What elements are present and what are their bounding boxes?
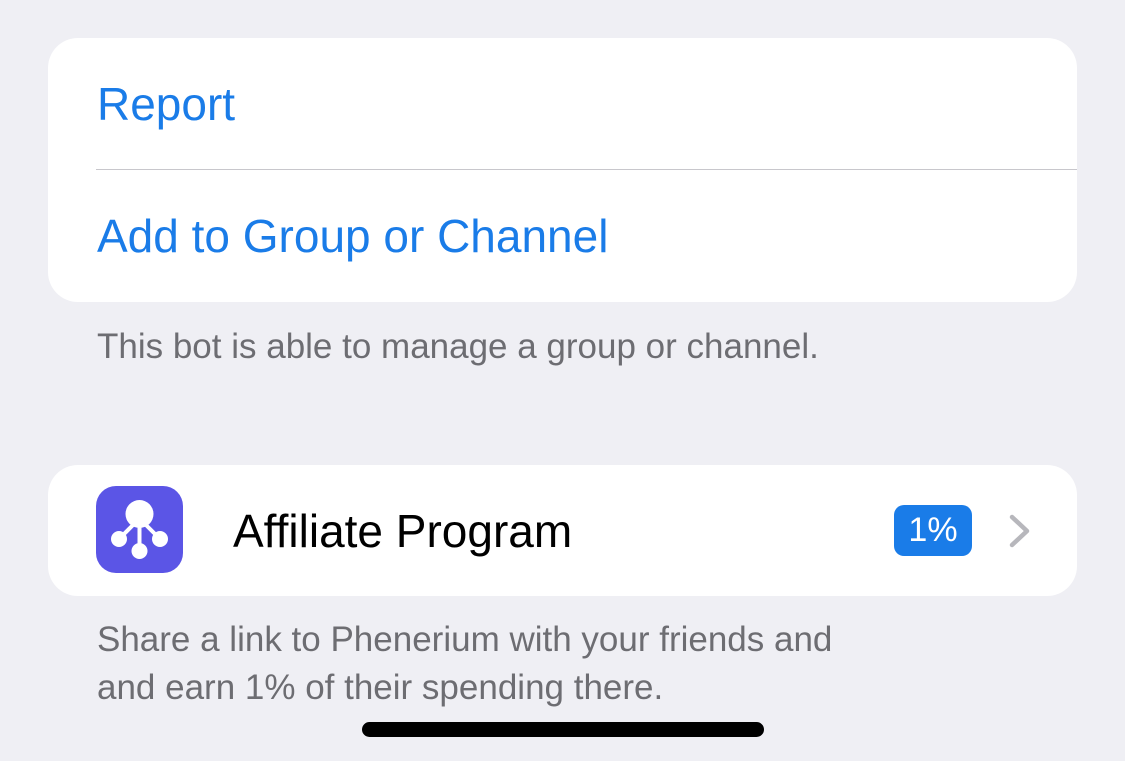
report-label: Report [97, 77, 236, 130]
bot-manage-footnote: This bot is able to manage a group or ch… [97, 327, 819, 366]
affiliate-footnote-line-2: and earn 1% of their spending there. [97, 668, 664, 707]
actions-card: Report Add to Group or Channel [48, 38, 1077, 302]
add-to-group-or-channel-button[interactable]: Add to Group or Channel [48, 170, 1077, 301]
chevron-right-icon [1008, 514, 1032, 553]
home-indicator[interactable] [362, 722, 764, 737]
affiliate-footnote: Share a link to Phenerium with your frie… [97, 616, 832, 712]
commission-badge: 1% [894, 505, 972, 556]
affiliate-program-row[interactable]: Affiliate Program 1% [48, 465, 1077, 596]
report-button[interactable]: Report [48, 38, 1077, 169]
affiliate-footnote-line-1: Share a link to Phenerium with your frie… [97, 620, 833, 659]
add-to-group-label: Add to Group or Channel [97, 209, 609, 262]
affiliate-program-label: Affiliate Program [233, 504, 573, 557]
affiliate-network-icon [96, 486, 183, 573]
